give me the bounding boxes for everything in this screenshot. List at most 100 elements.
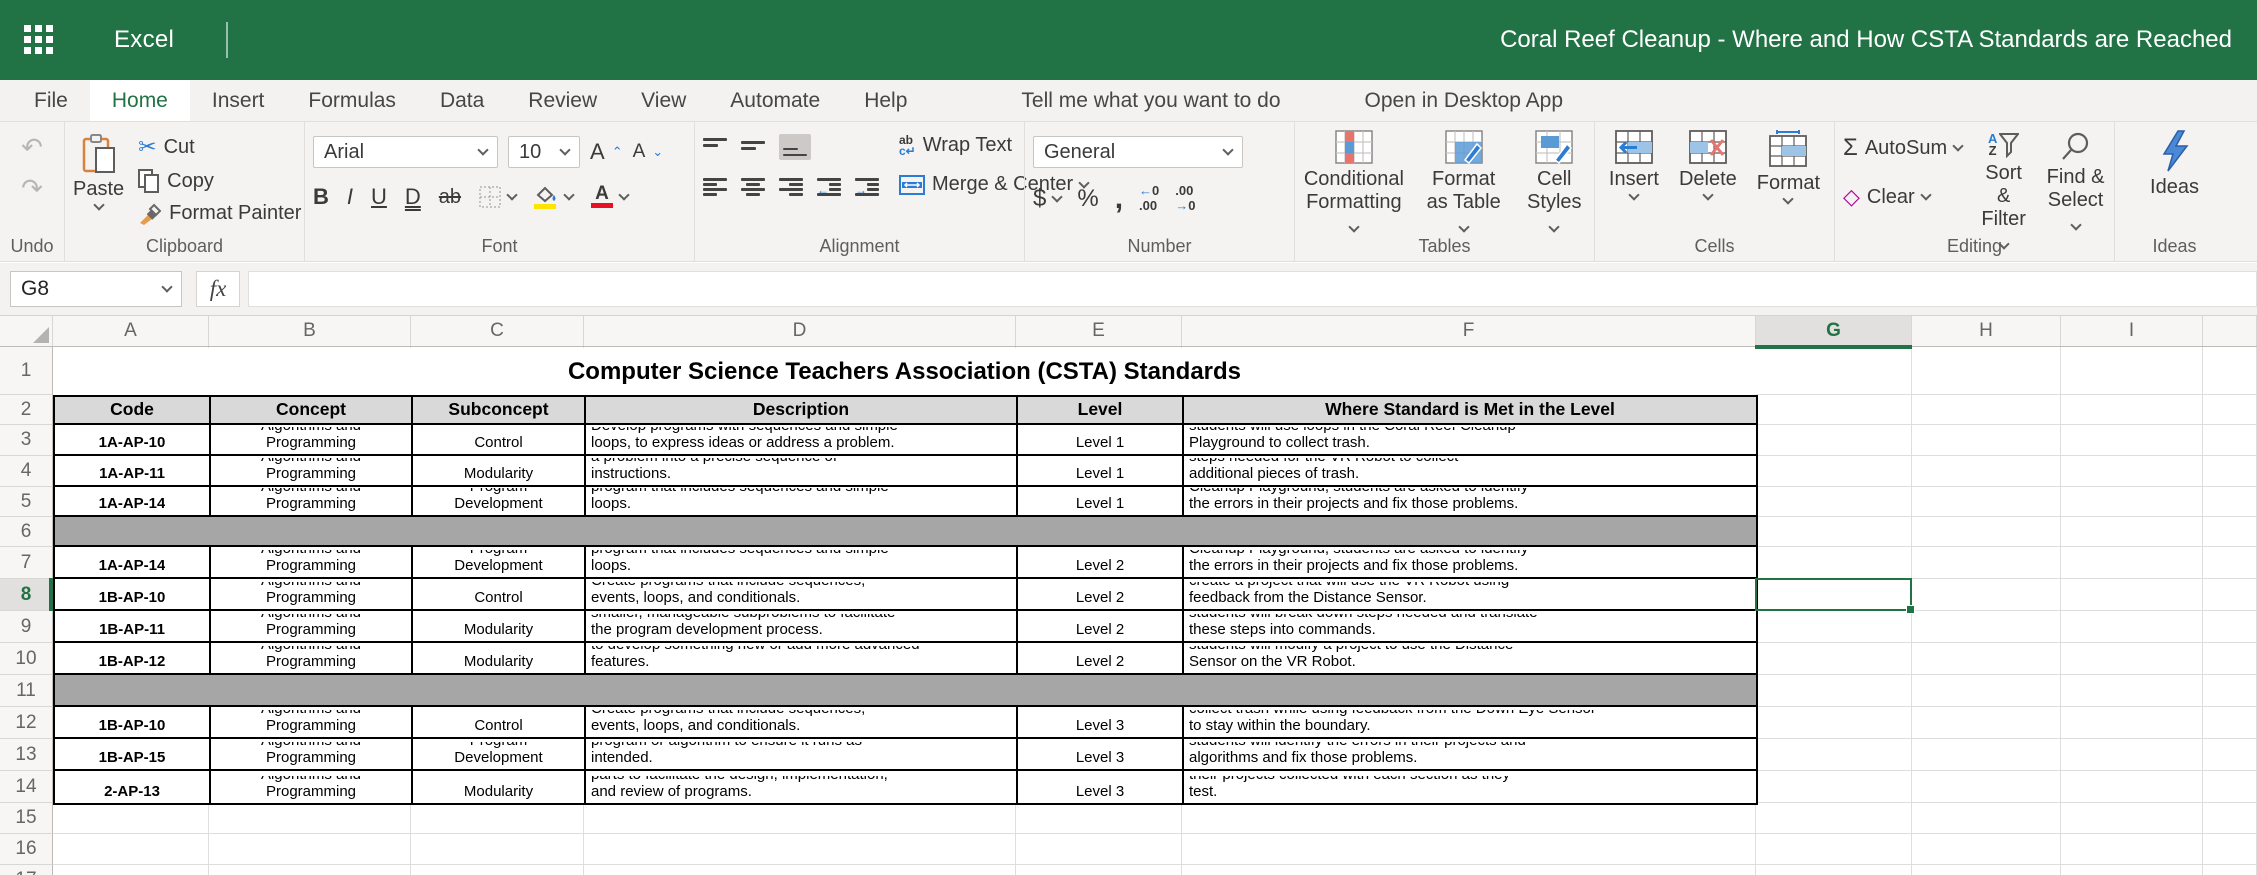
cell-G9[interactable] [1756, 611, 1912, 643]
cell-H17[interactable] [1912, 865, 2061, 875]
cell-G1[interactable] [1756, 347, 1912, 395]
row-header-9[interactable]: 9 [0, 611, 53, 643]
table-cell[interactable]: ProgramDevelopment [413, 487, 586, 515]
shrink-font-button[interactable]: A⌄ [633, 141, 664, 163]
cell-G17[interactable] [1756, 865, 1912, 875]
table-cell[interactable]: students will identify the errors in the… [1184, 739, 1756, 769]
table-cell[interactable]: Control [413, 425, 586, 454]
insert-function-button[interactable]: fx [196, 271, 240, 307]
table-cell[interactable]: 1B-AP-12 [55, 643, 211, 673]
row-header-11[interactable]: 11 [0, 675, 53, 707]
underline-button[interactable]: U [371, 184, 387, 210]
cell-D15[interactable] [584, 803, 1016, 834]
active-cell-selection[interactable] [1755, 578, 1912, 611]
menu-tab-view[interactable]: View [619, 80, 708, 121]
cell-I2[interactable] [2061, 395, 2203, 425]
row-header-8[interactable]: 8 [0, 579, 53, 611]
ideas-button[interactable]: Ideas [2150, 130, 2199, 199]
table-cell[interactable]: 1A-AP-10 [55, 425, 211, 454]
fill-handle[interactable] [1906, 605, 1915, 614]
cell-D16[interactable] [584, 834, 1016, 865]
cell-I10[interactable] [2061, 643, 2203, 675]
cell-H15[interactable] [1912, 803, 2061, 834]
row-header-2[interactable]: 2 [0, 395, 53, 425]
cell-A16[interactable] [53, 834, 209, 865]
cell-G14[interactable] [1756, 771, 1912, 803]
cell-H6[interactable] [1912, 517, 2061, 547]
comma-style-button[interactable]: , [1115, 190, 1123, 208]
cell-G10[interactable] [1756, 643, 1912, 675]
table-header-where-standard-is-met-in-the-level[interactable]: Where Standard is Met in the Level [1184, 397, 1756, 423]
cell-H9[interactable] [1912, 611, 2061, 643]
column-header-B[interactable]: B [209, 316, 411, 346]
menu-tab-home[interactable]: Home [90, 80, 190, 121]
column-header-G[interactable]: G [1756, 316, 1912, 346]
clear-button[interactable]: ◇ Clear [1843, 184, 1962, 210]
align-top-icon[interactable] [703, 138, 727, 156]
decrease-decimal-button[interactable]: .00→0 [1175, 184, 1195, 214]
table-cell[interactable]: Level 1 [1018, 487, 1184, 515]
cell-I1[interactable] [2061, 347, 2203, 395]
column-header-I[interactable]: I [2061, 316, 2203, 346]
font-size-combobox[interactable]: 10 [508, 136, 580, 168]
cell-F15[interactable] [1182, 803, 1756, 834]
menu-tab-automate[interactable]: Automate [708, 80, 842, 121]
table-cell[interactable]: parts to facilitate the design, implemen… [586, 771, 1018, 803]
table-header-code[interactable]: Code [55, 397, 211, 423]
table-cell[interactable]: Level 3 [1018, 771, 1184, 803]
conditional-formatting-button[interactable]: Conditional Formatting [1303, 130, 1405, 237]
app-launcher-waffle-icon[interactable] [24, 25, 54, 55]
table-cell[interactable]: program that includes sequences and simp… [586, 547, 1018, 577]
cell-I4[interactable] [2061, 456, 2203, 487]
table-cell[interactable]: collect trash while using feedback from … [1184, 707, 1756, 737]
cell-x17[interactable] [2203, 865, 2257, 875]
sheet-title-cell[interactable]: Computer Science Teachers Association (C… [53, 348, 1756, 395]
number-format-combobox[interactable]: General [1033, 136, 1243, 168]
cell-G5[interactable] [1756, 487, 1912, 517]
cell-I15[interactable] [2061, 803, 2203, 834]
cell-H1[interactable] [1912, 347, 2061, 395]
format-painter-button[interactable]: Format Painter [138, 202, 301, 225]
table-cell[interactable]: Modularity [413, 771, 586, 803]
table-cell[interactable]: students will modify a project to use th… [1184, 643, 1756, 673]
cell-I13[interactable] [2061, 739, 2203, 771]
undo-icon[interactable]: ↶ [21, 132, 43, 163]
align-center-icon[interactable] [741, 178, 765, 196]
tell-me-box[interactable]: Tell me what you want to do [999, 80, 1302, 121]
row-header-6[interactable]: 6 [0, 517, 53, 547]
table-cell[interactable]: Level 1 [1018, 456, 1184, 485]
borders-button[interactable] [479, 186, 516, 208]
table-cell[interactable]: 1B-AP-11 [55, 611, 211, 641]
cell-A17[interactable] [53, 865, 209, 875]
row-header-7[interactable]: 7 [0, 547, 53, 579]
insert-cells-button[interactable]: Insert [1609, 130, 1659, 199]
cell-x7[interactable] [2203, 547, 2257, 579]
grow-font-button[interactable]: A⌃ [590, 139, 623, 165]
table-cell[interactable]: Algorithms andProgramming [211, 579, 413, 609]
table-cell[interactable]: 1B-AP-15 [55, 739, 211, 769]
table-cell[interactable]: smaller, manageable subproblems to facil… [586, 611, 1018, 641]
menu-tab-formulas[interactable]: Formulas [286, 80, 418, 121]
cell-B17[interactable] [209, 865, 411, 875]
row-header-14[interactable]: 14 [0, 771, 53, 803]
row-header-12[interactable]: 12 [0, 707, 53, 739]
cell-x6[interactable] [2203, 517, 2257, 547]
cell-G13[interactable] [1756, 739, 1912, 771]
table-cell[interactable]: Level 2 [1018, 579, 1184, 609]
redo-icon[interactable]: ↷ [21, 173, 43, 204]
cell-x4[interactable] [2203, 456, 2257, 487]
bold-button[interactable]: B [313, 184, 329, 210]
format-cells-button[interactable]: Format [1757, 130, 1820, 203]
cell-G15[interactable] [1756, 803, 1912, 834]
column-header-partial[interactable] [2203, 316, 2257, 346]
row-header-5[interactable]: 5 [0, 487, 53, 517]
column-header-E[interactable]: E [1016, 316, 1182, 346]
cell-I3[interactable] [2061, 425, 2203, 456]
column-header-C[interactable]: C [411, 316, 584, 346]
table-header-description[interactable]: Description [586, 397, 1018, 423]
cell-G12[interactable] [1756, 707, 1912, 739]
cut-button[interactable]: ✂ Cut [138, 134, 301, 160]
column-header-H[interactable]: H [1912, 316, 2061, 346]
select-all-corner[interactable] [0, 316, 53, 346]
cell-G2[interactable] [1756, 395, 1912, 425]
